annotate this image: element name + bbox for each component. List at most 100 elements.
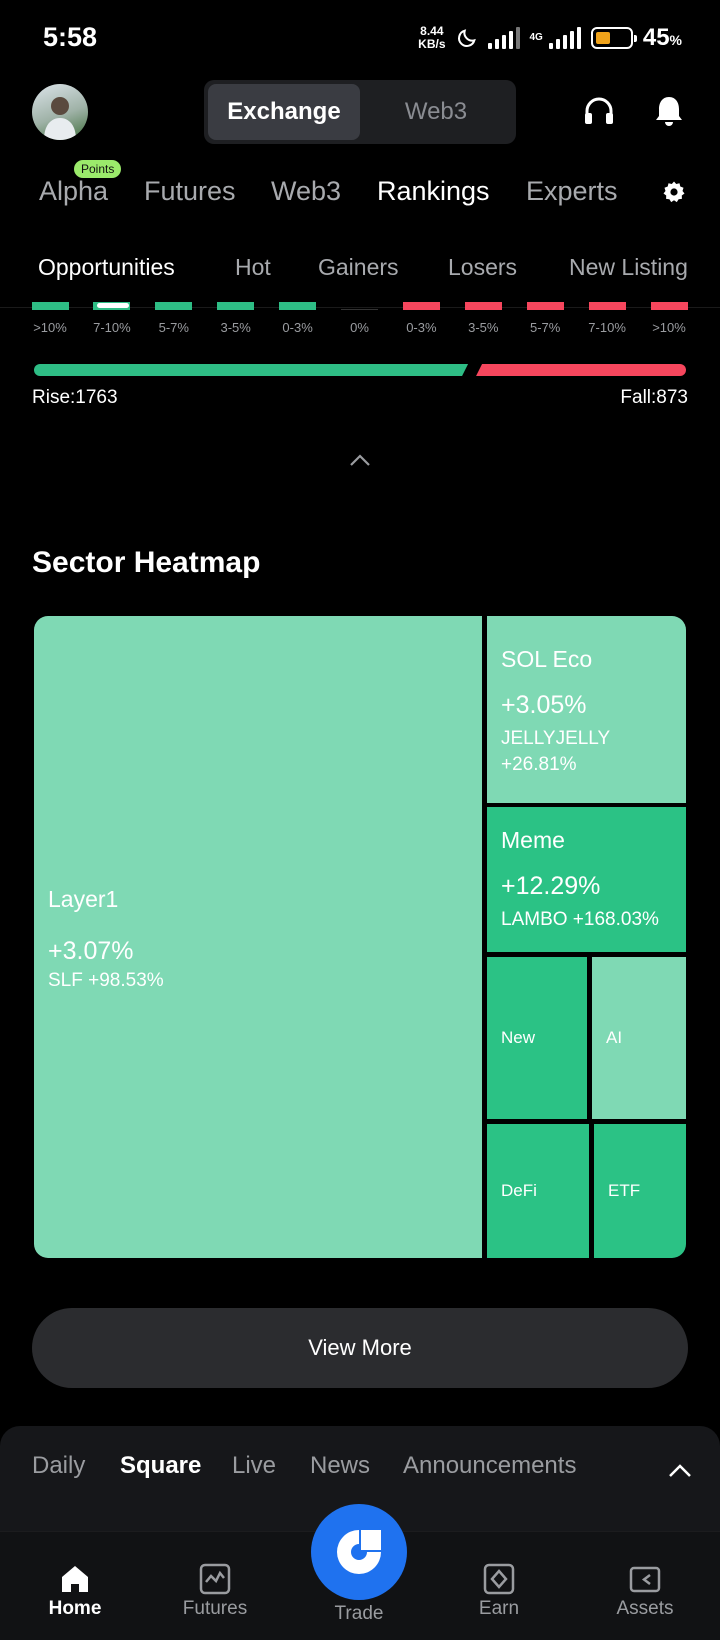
status-indicators: 8.44 KB/s 4G 45%	[418, 24, 682, 52]
wallet-icon	[629, 1566, 661, 1593]
fall-count: Fall:873	[620, 387, 688, 408]
distribution-bucket: >10%	[25, 302, 75, 335]
feed-tab-square[interactable]: Square	[120, 1452, 201, 1480]
trade-label: Trade	[334, 1603, 384, 1624]
fall-segment	[476, 364, 686, 376]
distribution-bucket-bar	[464, 302, 502, 310]
bottom-nav-earn[interactable]: Earn	[444, 1532, 554, 1640]
distribution-bucket-label: 0%	[350, 320, 369, 335]
sector-name: SOL Eco	[501, 646, 593, 672]
bottom-nav-label: Home	[48, 1598, 102, 1619]
mode-tab-web3[interactable]: Web3	[360, 84, 512, 140]
sector-name: AI	[606, 1028, 623, 1047]
trade-logo-icon	[337, 1530, 381, 1574]
heatmap-tile-new[interactable]: New	[487, 957, 587, 1119]
distribution-bucket-label: 0-3%	[406, 320, 437, 335]
battery-level	[595, 32, 611, 44]
distribution-bucket-bar	[402, 302, 440, 310]
bottom-nav-label: Earn	[478, 1598, 520, 1619]
distribution-bucket-bar	[650, 302, 688, 310]
avatar-photo	[44, 97, 76, 140]
feed-tab-news[interactable]: News	[310, 1452, 370, 1480]
distribution-bucket-label: 5-7%	[158, 320, 189, 335]
nav-alpha[interactable]: Alpha	[39, 176, 108, 207]
scroll-indicator	[97, 303, 129, 308]
home-icon	[62, 1566, 88, 1592]
heatmap-tile-defi[interactable]: DeFi	[487, 1124, 589, 1258]
distribution-bucket: 3-5%	[458, 302, 508, 335]
trade-button[interactable]	[311, 1504, 407, 1600]
bottom-nav-label: Futures	[182, 1598, 248, 1619]
section-title: Sector Heatmap	[32, 546, 261, 579]
nav-futures[interactable]: Futures	[144, 176, 236, 207]
distribution-bucket-bar	[588, 302, 626, 310]
sector-heatmap: Layer1 +3.07% SLF +98.53% SOL Eco +3.05%…	[34, 616, 686, 1258]
bell-icon[interactable]	[652, 94, 686, 128]
sector-top-coin: SLF +98.53%	[48, 970, 164, 991]
distribution-bucket: 0-3%	[273, 302, 323, 335]
distribution-bucket-label: 3-5%	[468, 320, 499, 335]
chevron-up-icon[interactable]	[668, 1464, 692, 1478]
sector-top-coin: LAMBO +168.03%	[501, 909, 659, 930]
rise-segment	[34, 364, 469, 376]
chevron-up-icon[interactable]	[348, 452, 372, 468]
futures-chart-icon	[199, 1563, 231, 1595]
sector-name: ETF	[608, 1181, 641, 1200]
sector-name: New	[501, 1028, 536, 1047]
status-bar: 5:58 8.44 KB/s 4G 45%	[0, 0, 720, 80]
distribution-bucket: 3-5%	[211, 302, 261, 335]
distribution-bucket: 7-10%	[582, 302, 632, 335]
earn-icon	[483, 1563, 515, 1595]
sector-name: Meme	[501, 827, 565, 853]
status-time: 5:58	[43, 22, 98, 52]
distribution-bucket: 5-7%	[520, 302, 570, 335]
network-speed: 8.44 KB/s	[418, 24, 446, 51]
sector-name: DeFi	[501, 1181, 537, 1200]
nav-rankings[interactable]: Rankings	[377, 176, 490, 207]
lte-label: 4G	[529, 32, 543, 43]
distribution-bucket-bar	[279, 302, 317, 310]
tab-hot[interactable]: Hot	[235, 254, 271, 281]
view-more-button[interactable]: View More	[32, 1308, 688, 1388]
tab-new-listing[interactable]: New Listing	[569, 254, 688, 281]
rise-count: Rise:1763	[32, 387, 118, 408]
distribution-bucket-bar	[31, 302, 69, 310]
feed-tab-daily[interactable]: Daily	[32, 1452, 85, 1480]
feed-tab-live[interactable]: Live	[232, 1452, 276, 1480]
moon-icon	[457, 29, 476, 47]
bottom-nav-assets[interactable]: Assets	[590, 1532, 700, 1640]
bottom-nav-futures[interactable]: Futures	[160, 1532, 270, 1640]
distribution-bucket-bar	[155, 302, 193, 310]
rise-fall-ratio-bar	[34, 364, 686, 376]
distribution-bucket-label: 5-7%	[530, 320, 561, 335]
distribution-bucket-bar	[341, 309, 378, 310]
bottom-nav-home[interactable]: Home	[20, 1532, 130, 1640]
tab-gainers[interactable]: Gainers	[318, 254, 399, 281]
nav-web3[interactable]: Web3	[271, 176, 341, 207]
tab-losers[interactable]: Losers	[448, 254, 517, 281]
nav-experts[interactable]: Experts	[526, 176, 618, 207]
gear-icon[interactable]	[662, 180, 686, 204]
main-nav: Points Alpha Futures Web3 Rankings Exper…	[0, 160, 720, 230]
wifi-signal-icon	[487, 27, 520, 49]
feed-tab-announcements[interactable]: Announcements	[403, 1452, 576, 1480]
avatar[interactable]	[32, 84, 88, 140]
mode-tab-exchange[interactable]: Exchange	[208, 84, 360, 140]
headset-icon[interactable]	[582, 94, 616, 128]
distribution-bucket-bar	[217, 302, 255, 310]
heatmap-tile-layer1[interactable]: Layer1 +3.07% SLF +98.53%	[34, 616, 482, 1258]
bottom-nav-label: Assets	[616, 1598, 674, 1619]
heatmap-tile-etf[interactable]: ETF	[594, 1124, 686, 1258]
distribution-bucket-label: >10%	[652, 320, 686, 335]
tab-opportunities[interactable]: Opportunities	[38, 254, 175, 281]
distribution-bucket-label: 3-5%	[220, 320, 251, 335]
sector-top-coin-change: +26.81%	[501, 754, 577, 775]
cell-signal-icon	[548, 27, 581, 49]
heatmap-tile-ai[interactable]: AI	[592, 957, 686, 1119]
sector-top-coin: JELLYJELLY	[501, 728, 611, 749]
distribution-bucket-label: 0-3%	[282, 320, 313, 335]
mode-switch: Exchange Web3	[204, 80, 516, 144]
sector-change: +12.29%	[501, 872, 601, 900]
heatmap-tile-sol-eco[interactable]: SOL Eco +3.05% JELLYJELLY +26.81%	[487, 616, 686, 803]
heatmap-tile-meme[interactable]: Meme +12.29% LAMBO +168.03%	[487, 807, 686, 952]
